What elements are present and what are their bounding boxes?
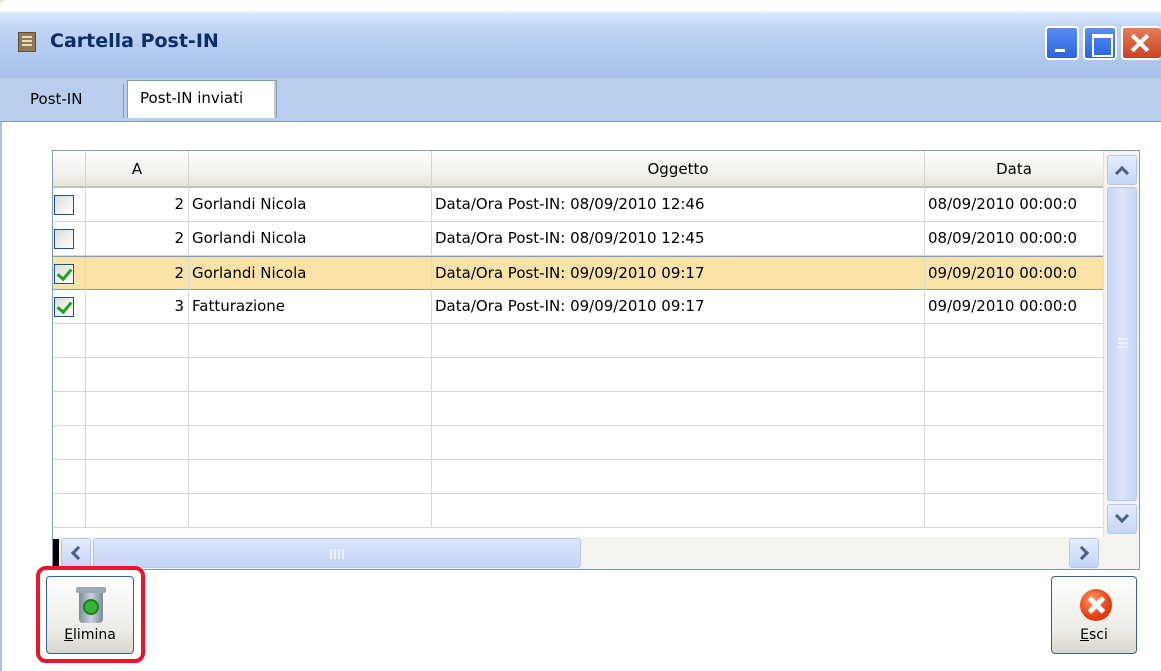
chevron-down-icon (1114, 508, 1130, 524)
vertical-scroll-thumb[interactable] (1107, 187, 1137, 501)
empty-row (53, 494, 1103, 528)
row-checkbox[interactable] (54, 195, 74, 215)
empty-row (53, 324, 1103, 358)
horizontal-scroll-thumb[interactable] (93, 538, 581, 568)
scroll-position-marker (53, 539, 59, 567)
window-title: Cartella Post-IN (50, 30, 219, 52)
title-bar[interactable]: Cartella Post-IN (0, 0, 1161, 78)
tab-post-in-inviati[interactable]: Post-IN inviati (127, 80, 277, 118)
cell-name: Gorlandi Nicola (189, 188, 432, 221)
cell-data: 08/09/2010 00:00:0 (928, 229, 1078, 247)
esci-button[interactable]: Esci (1051, 576, 1137, 654)
scroll-down-button[interactable] (1107, 504, 1137, 534)
cell-a: 2 (86, 222, 189, 255)
scroll-up-button[interactable] (1107, 155, 1137, 185)
chevron-right-icon (1074, 545, 1090, 561)
grid-header: A Oggetto Data (53, 151, 1103, 188)
cell-oggetto: Data/Ora Post-IN: 09/09/2010 09:17 (432, 290, 925, 323)
cell-name: Gorlandi Nicola (189, 222, 432, 255)
close-window-button[interactable] (1121, 26, 1161, 60)
cell-data: 08/09/2010 00:00:0 (928, 195, 1078, 213)
cell-data: 09/09/2010 00:00:0 (928, 264, 1078, 282)
empty-row (53, 358, 1103, 392)
vertical-scrollbar[interactable] (1103, 151, 1139, 537)
tab-strip: Post-IN Post-IN inviati (0, 78, 1161, 122)
post-in-grid[interactable]: A Oggetto Data 2 Gorlandi Nicola Data/Or… (52, 150, 1140, 570)
window-app-icon (18, 32, 36, 52)
maximize-button[interactable] (1083, 26, 1117, 60)
row-checkbox[interactable] (54, 229, 74, 249)
cell-name: Fatturazione (189, 290, 432, 323)
cell-oggetto: Data/Ora Post-IN: 08/09/2010 12:46 (432, 188, 925, 221)
scroll-right-button[interactable] (1069, 538, 1099, 568)
chevron-left-icon (70, 545, 86, 561)
chevron-up-icon (1114, 165, 1130, 181)
grid-rows: 2 Gorlandi Nicola Data/Ora Post-IN: 08/0… (53, 188, 1103, 540)
tab-post-in-label: Post-IN (30, 90, 83, 108)
table-row-selected[interactable]: 2 Gorlandi Nicola Data/Ora Post-IN: 09/0… (53, 256, 1103, 290)
empty-row (53, 392, 1103, 426)
tab-post-in[interactable]: Post-IN (18, 84, 124, 118)
column-header-name[interactable] (189, 151, 432, 188)
row-checkbox-checked[interactable] (54, 264, 74, 284)
table-row[interactable]: 3 Fatturazione Data/Ora Post-IN: 09/09/2… (53, 290, 1103, 324)
highlight-outline (36, 566, 145, 663)
empty-row (53, 426, 1103, 460)
cell-data: 09/09/2010 00:00:0 (928, 297, 1078, 315)
esci-button-label: Esci (1080, 627, 1108, 643)
column-header-oggetto[interactable]: Oggetto (432, 151, 925, 188)
minimize-button[interactable] (1045, 26, 1079, 60)
scroll-left-button[interactable] (61, 538, 91, 568)
column-header-check[interactable] (53, 151, 86, 188)
close-round-icon (1080, 589, 1112, 621)
cell-name: Gorlandi Nicola (189, 257, 432, 290)
table-row[interactable]: 2 Gorlandi Nicola Data/Ora Post-IN: 08/0… (53, 222, 1103, 256)
grip-icon (1118, 338, 1128, 340)
row-checkbox-checked[interactable] (54, 297, 74, 317)
cell-oggetto: Data/Ora Post-IN: 09/09/2010 09:17 (432, 257, 925, 290)
cell-oggetto: Data/Ora Post-IN: 08/09/2010 12:45 (432, 222, 925, 255)
table-row[interactable]: 2 Gorlandi Nicola Data/Ora Post-IN: 08/0… (53, 188, 1103, 222)
horizontal-scrollbar[interactable] (53, 537, 1139, 569)
cell-a: 2 (86, 257, 189, 290)
cell-a: 2 (86, 188, 189, 221)
column-header-a[interactable]: A (86, 151, 189, 188)
tab-post-in-inviati-label: Post-IN inviati (140, 89, 244, 107)
app-window: Cartella Post-IN Post-IN Post-IN inviati… (0, 0, 1161, 671)
cell-a: 3 (86, 290, 189, 323)
empty-row (53, 460, 1103, 494)
column-header-data[interactable]: Data (925, 151, 1103, 188)
grip-icon (330, 549, 332, 559)
